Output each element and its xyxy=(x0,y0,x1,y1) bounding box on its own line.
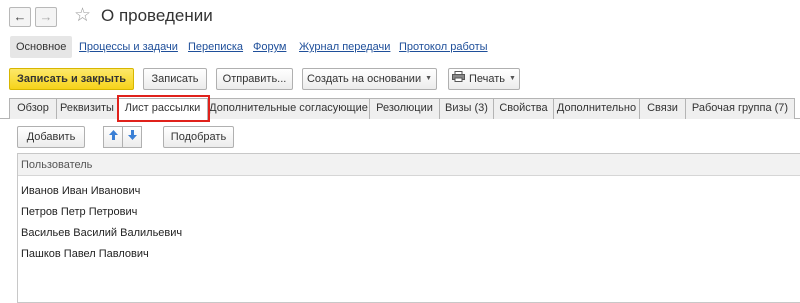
save-and-close-button[interactable]: Записать и закрыть xyxy=(9,68,134,90)
table-row[interactable]: Васильев Василий Валильевич xyxy=(18,223,800,244)
page-title: О проведении xyxy=(101,6,213,25)
tab-bar: Обзор Реквизиты Лист рассылки Дополнител… xyxy=(0,98,800,120)
arrow-down-icon xyxy=(127,130,138,144)
tab-visas[interactable]: Визы (3) xyxy=(439,98,494,119)
save-button[interactable]: Записать xyxy=(143,68,207,90)
print-label: Печать xyxy=(469,73,506,85)
arrow-up-icon xyxy=(108,130,119,144)
back-button[interactable]: ← xyxy=(9,7,31,27)
section-link-processes[interactable]: Процессы и задачи xyxy=(79,36,178,58)
tab-overview[interactable]: Обзор xyxy=(9,98,57,119)
favorite-star-icon[interactable]: ☆ xyxy=(74,6,91,26)
section-link-work-protocol[interactable]: Протокол работы xyxy=(399,36,488,58)
users-table: Пользователь Иванов Иван Иванович Петров… xyxy=(17,153,800,303)
printer-icon xyxy=(452,69,465,89)
section-link-correspondence[interactable]: Переписка xyxy=(188,36,243,58)
tab-links[interactable]: Связи xyxy=(639,98,686,119)
tab-additional-approvers[interactable]: Дополнительные согласующие xyxy=(207,98,370,119)
move-down-button[interactable] xyxy=(122,126,142,148)
tab-properties[interactable]: Свойства xyxy=(493,98,554,119)
chevron-down-icon: ▼ xyxy=(509,75,516,83)
pick-button[interactable]: Подобрать xyxy=(163,126,234,148)
add-button[interactable]: Добавить xyxy=(17,126,85,148)
print-button[interactable]: Печать ▼ xyxy=(448,68,520,90)
tab-work-group[interactable]: Рабочая группа (7) xyxy=(685,98,795,119)
section-main[interactable]: Основное xyxy=(10,36,73,58)
section-link-forum[interactable]: Форум xyxy=(253,36,286,58)
tab-mailing-list[interactable]: Лист рассылки xyxy=(117,98,208,120)
create-based-on-button[interactable]: Создать на основании ▼ xyxy=(302,68,437,90)
arrow-left-icon: ← xyxy=(13,9,27,24)
chevron-down-icon: ▼ xyxy=(425,75,433,83)
move-up-button[interactable] xyxy=(103,126,123,148)
table-row[interactable]: Иванов Иван Иванович xyxy=(18,181,800,202)
tab-requisites[interactable]: Реквизиты xyxy=(56,98,118,119)
forward-button[interactable]: → xyxy=(35,7,57,27)
table-row[interactable]: Петров Петр Петрович xyxy=(18,202,800,223)
section-link-transfer-log[interactable]: Журнал передачи xyxy=(299,36,390,58)
tab-additional[interactable]: Дополнительно xyxy=(553,98,640,119)
send-button[interactable]: Отправить... xyxy=(216,68,293,90)
column-header-user[interactable]: Пользователь xyxy=(18,154,800,176)
create-based-on-label: Создать на основании xyxy=(306,73,422,85)
tab-resolutions[interactable]: Резолюции xyxy=(369,98,440,119)
table-row[interactable]: Пашков Павел Павлович xyxy=(18,244,800,265)
arrow-right-icon: → xyxy=(39,9,53,24)
